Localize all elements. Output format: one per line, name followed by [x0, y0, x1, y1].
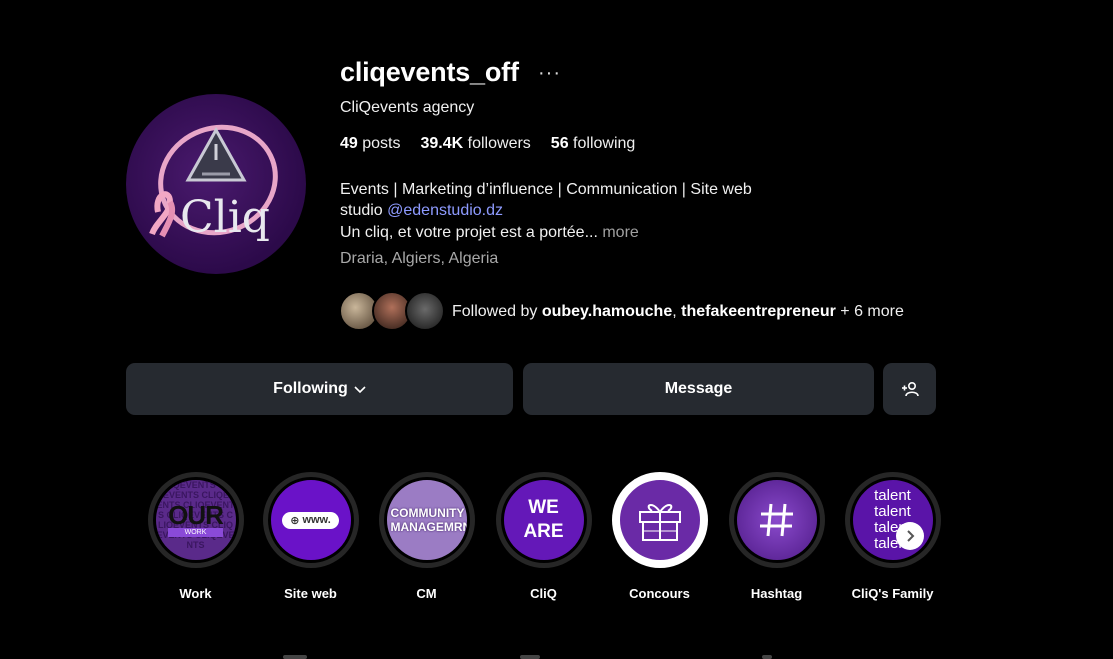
follower-avatar[interactable]: [405, 291, 445, 331]
tab-hint: [520, 655, 540, 659]
chevron-down-icon: [354, 386, 366, 394]
more-options-icon[interactable]: ···: [538, 62, 561, 85]
followed-by-avatars[interactable]: [339, 291, 445, 331]
highlight-label: CliQ: [530, 586, 557, 601]
following-button[interactable]: Following: [126, 363, 513, 415]
message-button[interactable]: Message: [523, 363, 874, 415]
highlight-cliqs-family[interactable]: talent talent talent talent CliQ's Famil…: [842, 472, 943, 601]
highlight-label: CM: [416, 586, 437, 601]
cliq-logo: Cliq: [149, 124, 278, 243]
highlight-cliq[interactable]: WE ARE CliQ: [493, 472, 594, 601]
highlight-hashtag[interactable]: Hashtag: [726, 472, 827, 601]
chevron-right-icon: [907, 530, 915, 542]
highlights-next-button[interactable]: [896, 522, 924, 550]
following-stat[interactable]: 56 following: [551, 135, 636, 153]
hashtag-icon: [759, 503, 793, 537]
highlight-work[interactable]: CLIQEVENTS CLIQEVENTS CLIQEVENTS CLIQEVE…: [145, 472, 246, 601]
posts-stat: 49 posts: [340, 135, 401, 152]
highlight-label: Work: [179, 586, 212, 601]
bio-line: Un cliq, et votre projet est a portée...…: [340, 224, 639, 241]
followed-by-user[interactable]: oubey.hamouche: [542, 303, 672, 320]
highlight-label: CliQ's Family: [851, 586, 934, 601]
tab-hint: [762, 655, 772, 659]
add-user-button[interactable]: [883, 363, 936, 415]
highlight-cover: WE ARE: [500, 477, 587, 563]
bio-line: Events | Marketing d’influence | Communi…: [340, 181, 752, 198]
highlight-site-web[interactable]: ⊕ www. Site web: [260, 472, 361, 601]
bio-more-link[interactable]: more: [598, 224, 638, 241]
highlight-cover: CLIQEVENTS CLIQEVENTS CLIQEVENTS CLIQEVE…: [152, 477, 239, 563]
followed-by-text: Followed by oubey.hamouche, thefakeentre…: [452, 303, 904, 320]
gift-icon: [638, 504, 681, 541]
svg-text:Cliq: Cliq: [180, 192, 270, 243]
highlight-cover: COMMUNITY MANAGEMRNT: [383, 477, 470, 563]
profile-stats: 49 posts 39.4K followers 56 following: [340, 135, 635, 153]
highlight-label: Hashtag: [750, 586, 803, 601]
highlight-cover: ⊕ www.: [267, 477, 354, 563]
highlight-cm[interactable]: COMMUNITY MANAGEMRNT CM: [376, 472, 477, 601]
tab-hint: [283, 655, 307, 659]
highlight-cover: talent talent talent talent: [849, 477, 936, 563]
profile-full-name: CliQevents agency: [340, 99, 475, 116]
highlight-label: Site web: [284, 586, 337, 601]
profile-username: cliqevents_off: [340, 57, 519, 87]
highlight-label: Concours: [629, 586, 690, 601]
bio-mention-link[interactable]: @edenstudio.dz: [387, 202, 503, 219]
bio-line: studio @edenstudio.dz: [340, 202, 504, 219]
followers-stat[interactable]: 39.4K followers: [421, 135, 531, 153]
profile-avatar[interactable]: Cliq: [126, 94, 306, 274]
highlight-concours[interactable]: Concours: [609, 472, 710, 601]
person-add-icon: [901, 381, 919, 397]
highlight-cover: [616, 477, 703, 563]
globe-icon: ⊕: [290, 514, 300, 527]
followed-by-user[interactable]: thefakeentrepreneur: [681, 303, 836, 320]
profile-location: Draria, Algiers, Algeria: [340, 250, 499, 267]
highlight-cover: [733, 477, 820, 563]
